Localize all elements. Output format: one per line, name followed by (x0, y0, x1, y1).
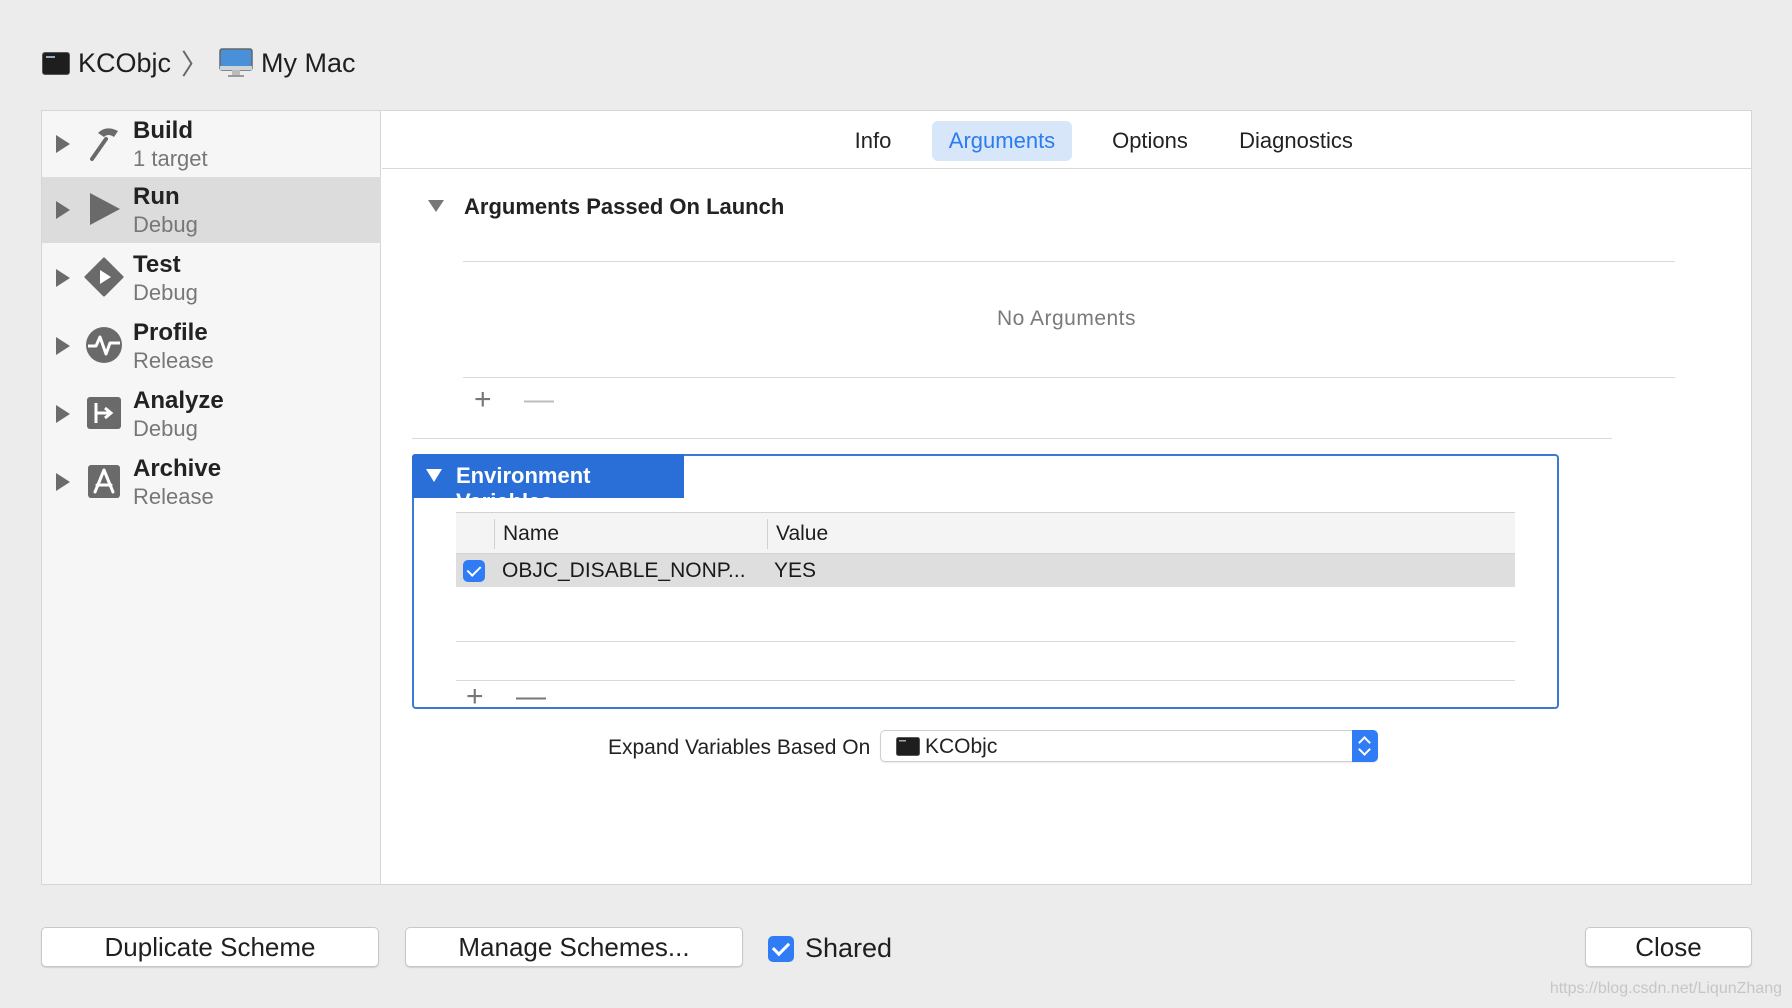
manage-schemes-button[interactable]: Manage Schemes... (405, 927, 743, 967)
tab-options[interactable]: Options (1094, 121, 1206, 161)
shared-checkbox[interactable] (768, 936, 794, 962)
disclosure-triangle-down-icon[interactable] (426, 469, 442, 482)
add-argument-button[interactable]: + (474, 385, 492, 415)
disclosure-triangle-icon[interactable] (56, 337, 70, 355)
expand-variables-popup[interactable]: KCObjc (880, 730, 1378, 762)
terminal-app-icon (42, 51, 70, 75)
sidebar-item-profile[interactable]: Profile Release (42, 313, 381, 379)
tab-diagnostics[interactable]: Diagnostics (1224, 121, 1368, 161)
watermark: https://blog.csdn.net/LiqunZhang (1549, 980, 1782, 997)
arguments-section-title: Arguments Passed On Launch (464, 194, 785, 219)
disclosure-triangle-icon[interactable] (56, 201, 70, 219)
column-divider (494, 519, 495, 549)
sidebar-item-archive[interactable]: Archive Release (42, 449, 381, 515)
environment-variables-table: Name Value OBJC_DISABLE_NONP... YES (456, 512, 1515, 587)
close-button[interactable]: Close (1585, 927, 1752, 967)
divider (463, 377, 1675, 378)
terminal-app-icon (896, 737, 920, 756)
shared-label[interactable]: Shared (805, 933, 892, 964)
variable-value[interactable]: YES (774, 559, 816, 583)
sidebar-item-build[interactable]: Build 1 target (42, 111, 381, 177)
no-arguments-text: No Arguments (996, 307, 1137, 330)
sidebar-item-subtitle: Release (133, 484, 214, 509)
remove-variable-button[interactable]: — (516, 682, 546, 712)
environment-variables-section: Environment Variables Name Value OBJC_DI… (412, 454, 1559, 712)
sidebar-item-title: Build (133, 117, 193, 144)
tab-arguments[interactable]: Arguments (932, 121, 1072, 161)
expand-variables-label: Expand Variables Based On (608, 736, 871, 759)
sidebar-item-subtitle: Debug (133, 212, 198, 237)
popup-selected-value: KCObjc (925, 735, 998, 758)
sidebar-item-analyze[interactable]: Analyze Debug (42, 381, 381, 447)
column-header-value[interactable]: Value (776, 522, 828, 546)
divider (456, 680, 1515, 681)
sidebar-item-subtitle: 1 target (133, 146, 208, 171)
disclosure-triangle-icon[interactable] (56, 269, 70, 287)
breadcrumb-destination[interactable]: My Mac (261, 48, 356, 79)
imac-icon (219, 48, 253, 77)
analyze-icon (87, 397, 121, 429)
enabled-checkbox[interactable] (463, 560, 485, 582)
divider (456, 641, 1515, 642)
section-divider (412, 438, 1612, 439)
table-row[interactable]: OBJC_DISABLE_NONP... YES (456, 554, 1515, 587)
disclosure-triangle-icon[interactable] (56, 473, 70, 491)
waveform-icon (86, 327, 122, 363)
tab-bar: Info Arguments Options Diagnostics (382, 111, 1751, 169)
scheme-actions-sidebar: Build 1 target Run Debug Test Debug Prof… (42, 111, 381, 884)
popup-stepper-icon[interactable] (1352, 730, 1378, 762)
breadcrumb: KCObjc 〉 My Mac (42, 44, 356, 82)
tab-info[interactable]: Info (836, 121, 910, 161)
sidebar-item-subtitle: Debug (133, 416, 198, 441)
archive-icon (88, 465, 120, 498)
sidebar-item-run[interactable]: Run Debug (42, 177, 381, 243)
sidebar-item-subtitle: Debug (133, 280, 198, 305)
disclosure-triangle-icon[interactable] (56, 135, 70, 153)
sidebar-item-subtitle: Release (133, 348, 214, 373)
remove-argument-button[interactable]: — (524, 385, 554, 415)
hammer-icon (90, 128, 118, 161)
scheme-content: Info Arguments Options Diagnostics Argum… (382, 111, 1751, 884)
column-divider (767, 519, 768, 549)
disclosure-triangle-icon[interactable] (56, 405, 70, 423)
add-variable-button[interactable]: + (466, 682, 484, 712)
duplicate-scheme-button[interactable]: Duplicate Scheme (41, 927, 379, 967)
environment-variables-title: Environment Variables (456, 463, 591, 514)
breadcrumb-project[interactable]: KCObjc (78, 48, 171, 79)
sidebar-item-title: Test (133, 251, 181, 278)
disclosure-triangle-down-icon[interactable] (427, 199, 445, 213)
play-icon (90, 193, 120, 225)
table-header: Name Value (456, 512, 1515, 554)
test-diamond-icon (84, 257, 124, 297)
sidebar-item-title: Profile (133, 319, 208, 346)
sidebar-item-test[interactable]: Test Debug (42, 245, 381, 311)
sidebar-item-title: Archive (133, 455, 222, 482)
environment-variables-header[interactable]: Environment Variables (412, 454, 684, 514)
column-header-name[interactable]: Name (503, 522, 559, 546)
scheme-editor-panel: Build 1 target Run Debug Test Debug Prof… (41, 110, 1752, 885)
divider (463, 261, 1675, 262)
variable-name[interactable]: OBJC_DISABLE_NONP... (502, 559, 746, 583)
sidebar-item-title: Analyze (133, 387, 224, 414)
sidebar-item-title: Run (133, 183, 180, 210)
chevron-right-icon: 〉 (181, 49, 210, 80)
